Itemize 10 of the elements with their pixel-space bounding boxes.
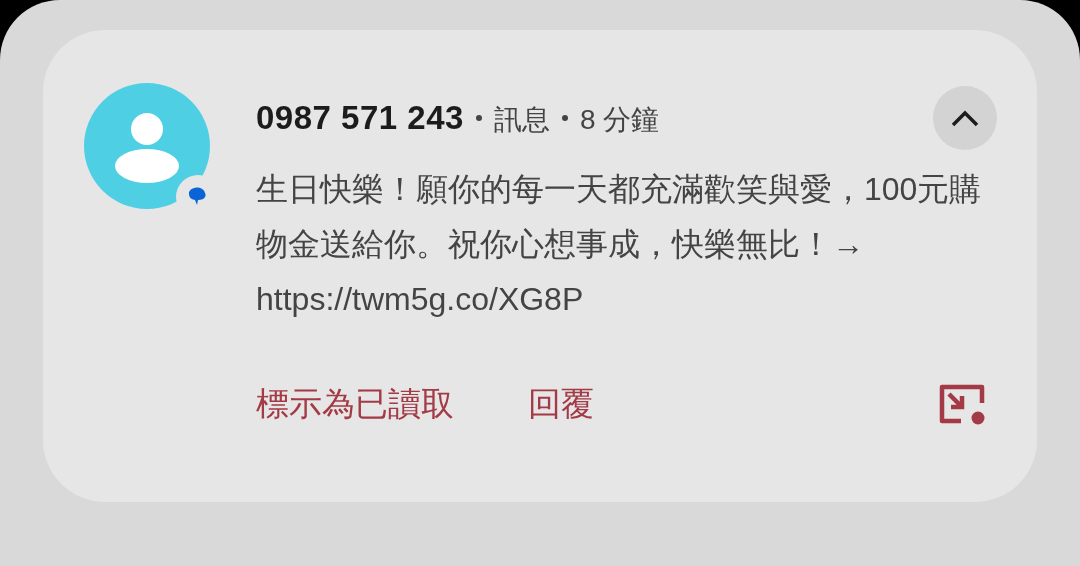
time-ago: 8 分鐘 <box>579 103 660 138</box>
action-button[interactable]: 標示為已讀取 <box>256 379 454 429</box>
action-button[interactable]: 回覆 <box>528 379 594 429</box>
app-name: 訊息 <box>493 103 550 138</box>
sender-name: 0987 571 243 <box>256 98 464 139</box>
contact-avatar-icon <box>83 82 211 210</box>
separator-dot <box>561 115 568 121</box>
message-text: 生日快樂！願你的每一天都充滿歡笑與愛，100元購物金送給你。祝你心想事成，快樂無比！→ https://twm5g.co/XG8P <box>256 170 983 319</box>
separator-dot <box>475 115 482 121</box>
chevron-up-icon <box>950 109 980 127</box>
